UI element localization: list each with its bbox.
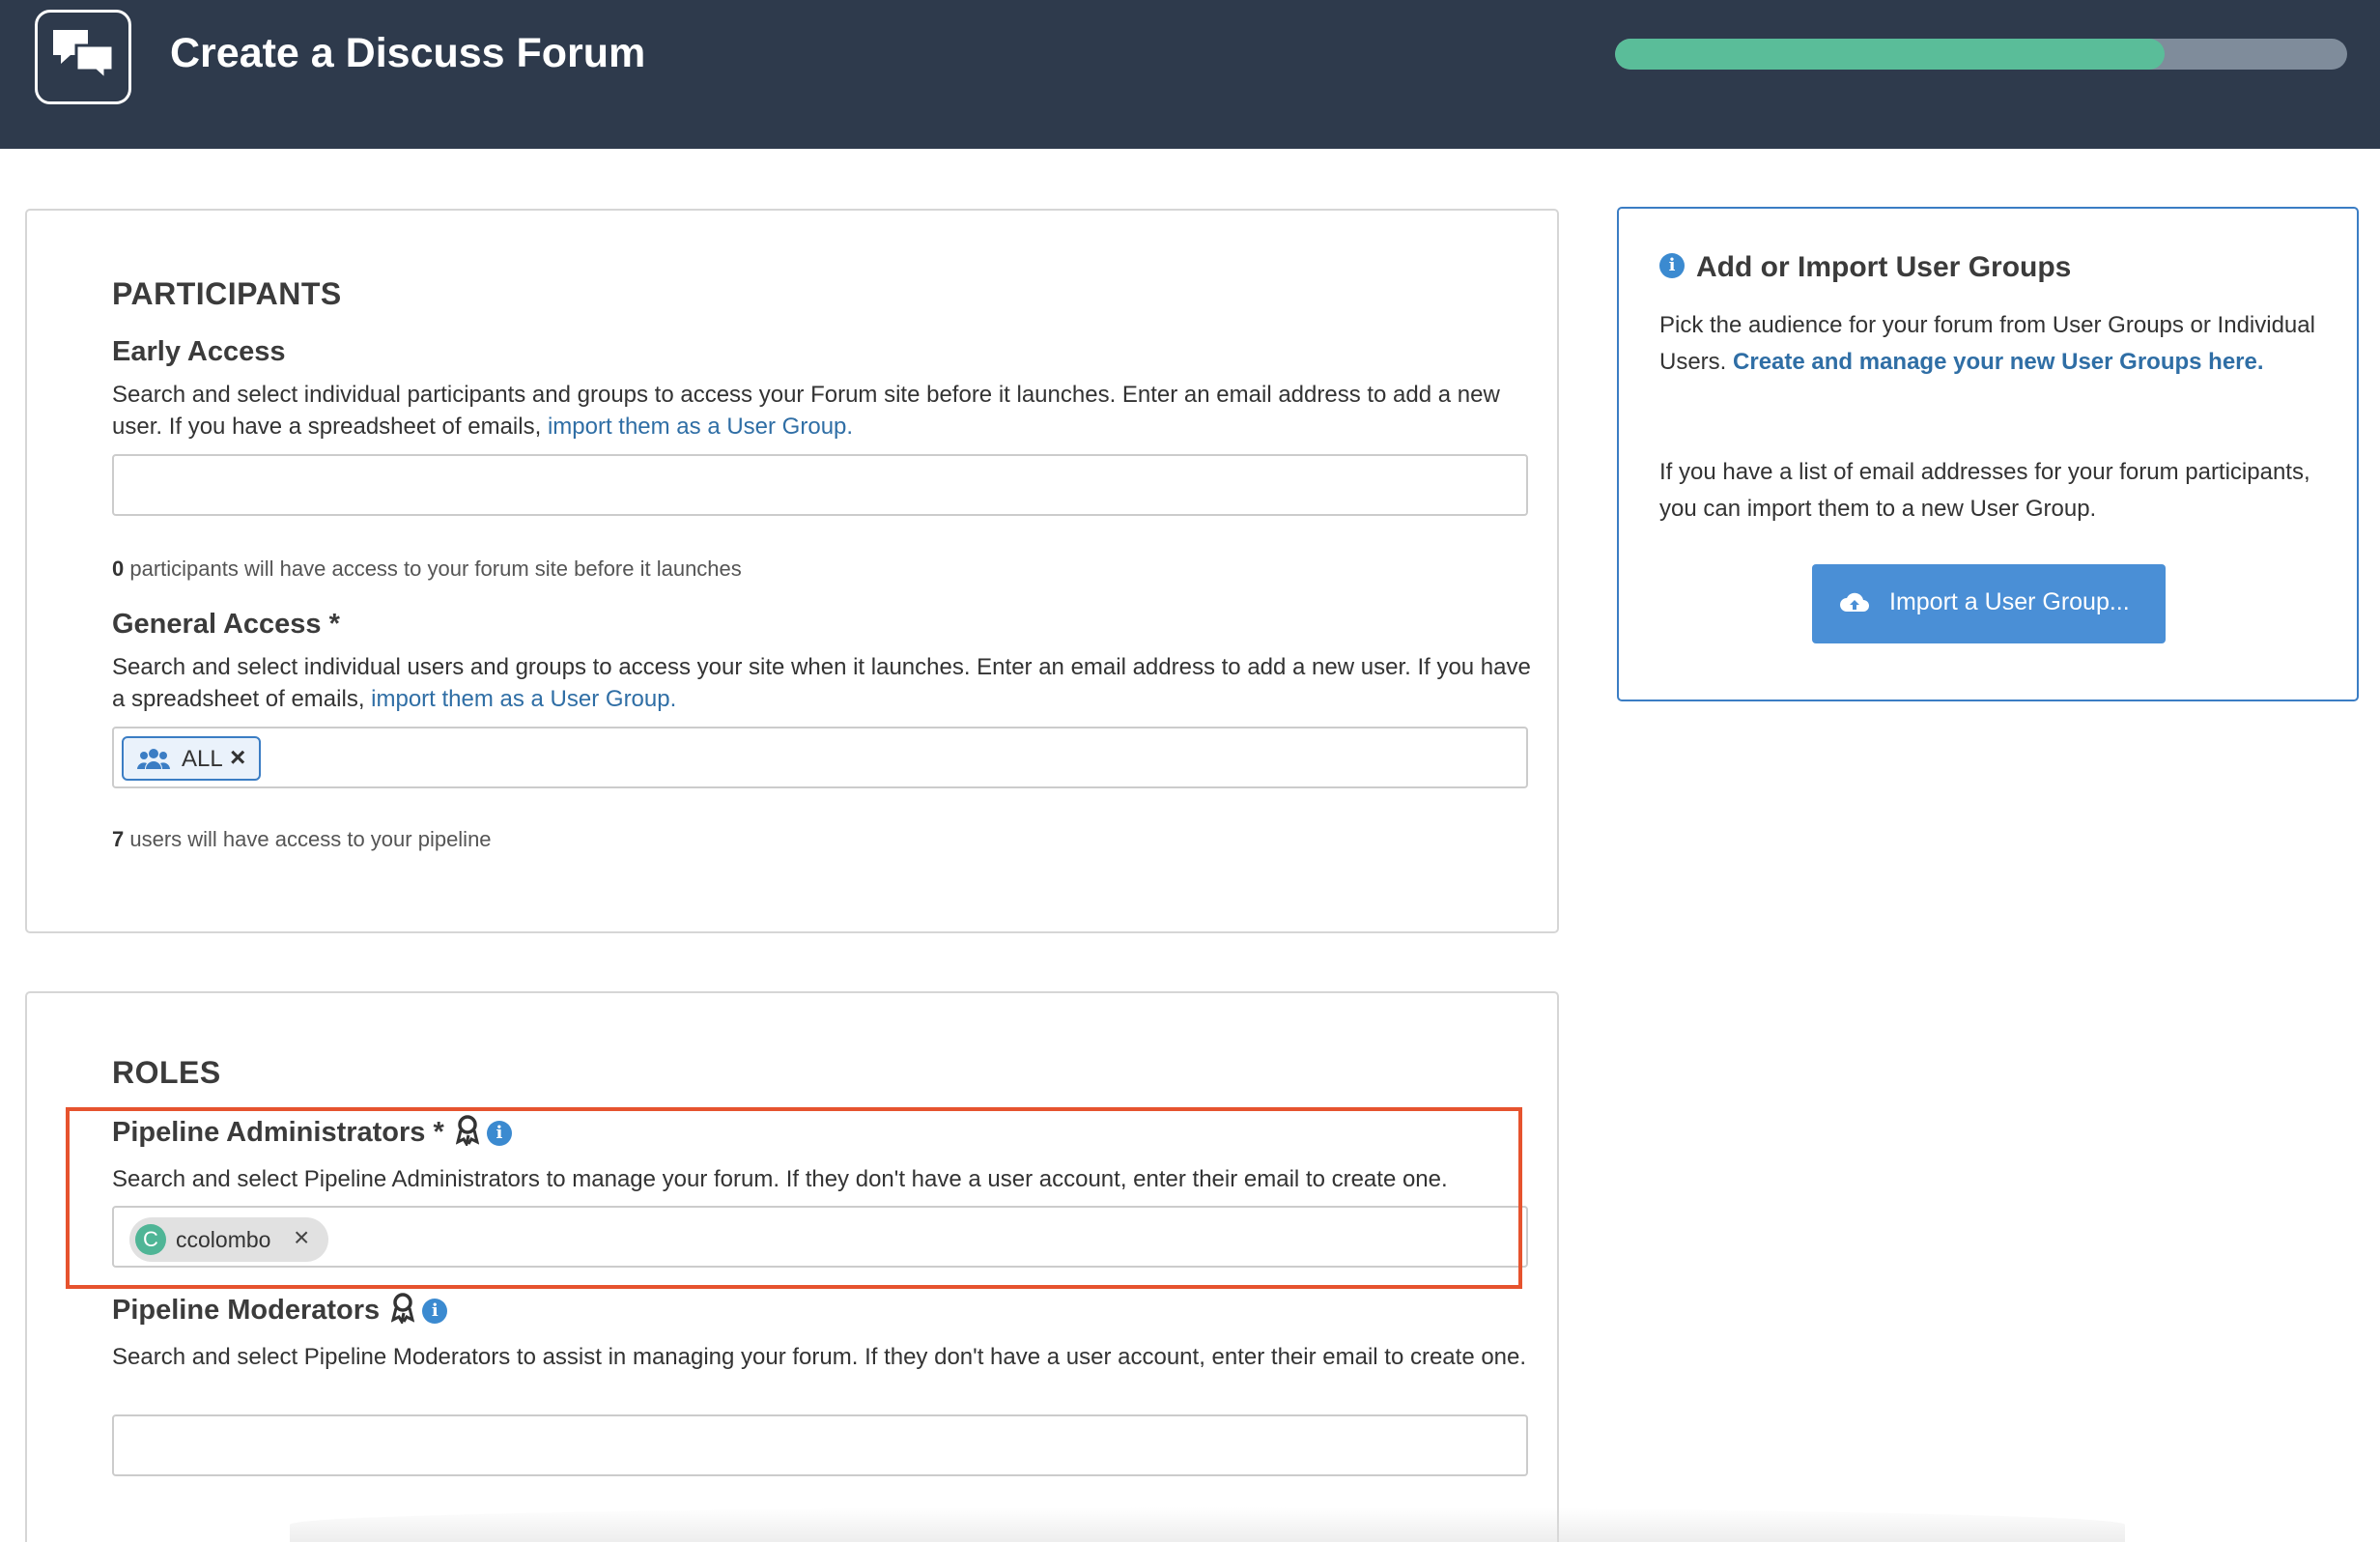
page-title: Create a Discuss Forum xyxy=(170,30,646,76)
general-access-description: Search and select individual users and g… xyxy=(112,651,1542,715)
general-access-input[interactable]: ALL × xyxy=(112,727,1528,788)
chat-bubbles-icon xyxy=(53,30,115,83)
remove-tag-icon[interactable]: × xyxy=(230,742,245,773)
logo xyxy=(35,10,131,104)
manage-user-groups-link[interactable]: Create and manage your new User Groups h… xyxy=(1733,349,2264,375)
panel-title-text: Add or Import User Groups xyxy=(1696,251,2072,283)
early-access-description: Search and select individual participant… xyxy=(112,379,1542,443)
moderators-input[interactable] xyxy=(112,1414,1528,1476)
general-access-count-text: users will have access to your pipeline xyxy=(124,827,492,851)
import-button-label: Import a User Group... xyxy=(1889,588,2130,615)
participants-heading: PARTICIPANTS xyxy=(112,276,342,311)
progress-fill xyxy=(1615,39,2165,70)
early-access-count-number: 0 xyxy=(112,557,125,581)
roles-heading: ROLES xyxy=(112,1055,221,1090)
moderators-title-text: Pipeline Moderators xyxy=(112,1295,381,1326)
group-tag-all[interactable]: ALL × xyxy=(122,736,261,781)
early-access-count-text: participants will have access to your fo… xyxy=(124,557,742,581)
user-groups-panel: i Add or Import User Groups Pick the audi… xyxy=(1617,207,2359,701)
bottom-shadow xyxy=(290,1507,2125,1542)
moderators-description: Search and select Pipeline Moderators to… xyxy=(112,1344,1527,1370)
early-access-title: Early Access xyxy=(112,336,286,367)
moderators-info-icon[interactable]: i xyxy=(422,1299,448,1325)
group-tag-label: ALL xyxy=(182,746,223,772)
panel-paragraph-1: Pick the audience for your forum from Us… xyxy=(1659,307,2336,381)
panel-paragraph-2: If you have a list of email addresses fo… xyxy=(1659,459,2310,522)
app-header: Create a Discuss Forum xyxy=(0,0,2380,149)
participants-card: PARTICIPANTS Early Access Search and sel… xyxy=(25,209,1559,933)
cloud-upload-icon xyxy=(1840,592,1869,612)
highlight-box xyxy=(66,1107,1522,1289)
import-user-group-button[interactable]: Import a User Group... xyxy=(1812,564,2166,643)
general-access-title: General Access * xyxy=(112,609,340,640)
moderators-title: Pipeline Moderators i xyxy=(112,1293,448,1327)
award-icon xyxy=(390,1293,415,1327)
early-access-input[interactable] xyxy=(112,454,1528,516)
panel-title: i Add or Import User Groups xyxy=(1659,251,2071,284)
early-access-count: 0 participants will have access to your … xyxy=(112,557,742,582)
general-access-count: 7 users will have access to your pipelin… xyxy=(112,827,492,852)
early-access-import-link[interactable]: import them as a User Group. xyxy=(548,414,853,440)
general-access-count-number: 7 xyxy=(112,827,125,851)
users-icon xyxy=(137,749,170,769)
progress-bar xyxy=(1615,39,2347,70)
general-access-import-link[interactable]: import them as a User Group. xyxy=(371,686,676,712)
general-access-desc-text: Search and select individual users and g… xyxy=(112,654,1531,712)
info-icon: i xyxy=(1659,253,1685,279)
